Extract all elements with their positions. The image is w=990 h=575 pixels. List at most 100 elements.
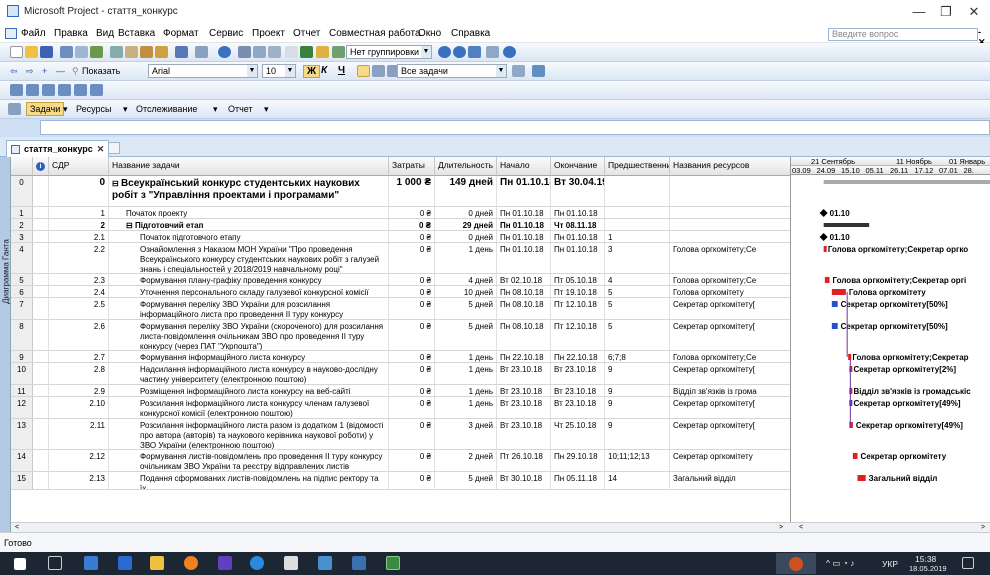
italic-button[interactable]: К	[321, 65, 327, 76]
row-id[interactable]: 12	[11, 397, 33, 418]
row-resources[interactable]: Секретар оргкомітету[	[670, 298, 790, 319]
notifications-icon[interactable]	[962, 557, 974, 569]
task-row[interactable]: 14 2.12 Формування листів-повідомлень про …	[11, 450, 790, 472]
row-cost[interactable]: 0 ₴	[389, 231, 435, 242]
edge-icon[interactable]	[250, 556, 264, 570]
row-pred[interactable]: 5	[605, 286, 670, 297]
app-photo-icon[interactable]	[352, 556, 366, 570]
hide-subtasks-icon[interactable]: —	[56, 66, 65, 76]
row-cost[interactable]: 0 ₴	[389, 286, 435, 297]
filter-select[interactable]: Все задачи ▼	[397, 64, 507, 78]
row-cost[interactable]: 0 ₴	[389, 385, 435, 396]
row-wbs[interactable]: 0	[49, 176, 109, 206]
show-subtasks-icon[interactable]: +	[42, 66, 47, 76]
open-icon[interactable]	[25, 46, 38, 58]
row-end[interactable]: Пн 22.10.18	[551, 351, 605, 362]
row-pred[interactable]: 14	[605, 472, 670, 489]
app-orange-icon[interactable]	[184, 556, 198, 570]
row-end[interactable]: Пт 12.10.18	[551, 298, 605, 319]
scroll-to-task-icon[interactable]	[468, 46, 481, 58]
row-resources[interactable]	[670, 207, 790, 218]
row-wbs[interactable]: 2.2	[49, 243, 109, 273]
row-pred[interactable]: 6;7;8	[605, 351, 670, 362]
desktop-icon[interactable]	[118, 556, 132, 570]
tracking-icon-4[interactable]	[58, 84, 71, 96]
row-name[interactable]: Формування листів-повідомлень про провед…	[109, 450, 389, 471]
row-end[interactable]: Вт 23.10.18	[551, 385, 605, 396]
row-pred[interactable]: 9	[605, 397, 670, 418]
row-wbs[interactable]: 2.3	[49, 274, 109, 285]
row-id[interactable]: 2	[11, 219, 33, 230]
task-row[interactable]: 4 2.2 Ознайомлення з Наказом МОН України "…	[11, 243, 790, 274]
task-bar[interactable]	[831, 323, 838, 329]
start-icon[interactable]	[14, 558, 26, 570]
task-bar[interactable]	[857, 475, 866, 481]
row-wbs[interactable]: 1	[49, 207, 109, 218]
row-id[interactable]: 8	[11, 320, 33, 350]
task-row[interactable]: 5 2.3 Формування плану-графіку проведення …	[11, 274, 790, 286]
tracking-guide-button[interactable]: Отслеживание	[136, 104, 197, 114]
task-row[interactable]: 10 2.8 Надсилання інформаційного листа кон…	[11, 363, 790, 385]
row-id[interactable]: 11	[11, 385, 33, 396]
row-cost[interactable]: 0 ₴	[389, 450, 435, 471]
task-view-icon[interactable]	[48, 556, 62, 570]
row-cost[interactable]: 0 ₴	[389, 472, 435, 489]
task-row[interactable]: 0 0 ⊟ Всеукраїнський конкурс студентських …	[11, 176, 790, 207]
doc-icon[interactable]	[5, 28, 17, 39]
font-size-select[interactable]: 10 ▼	[262, 64, 296, 78]
row-name[interactable]: Формування переліку ЗВО України (скороче…	[109, 320, 389, 350]
row-end[interactable]: Пн 01.10.18	[551, 207, 605, 218]
hdr-pred[interactable]: Предшественники	[605, 157, 670, 176]
row-end[interactable]: Пн 29.10.18	[551, 450, 605, 471]
row-start[interactable]: Вт 23.10.18	[497, 419, 551, 449]
row-duration[interactable]: 2 дней	[435, 450, 497, 471]
gantt-scroll-left-icon[interactable]: <	[799, 524, 803, 531]
align-center-icon[interactable]	[372, 65, 385, 77]
row-id[interactable]: 1	[11, 207, 33, 218]
row-end[interactable]: Пн 01.10.18	[551, 231, 605, 242]
autofilter-icon[interactable]	[512, 65, 525, 77]
row-wbs[interactable]: 2.9	[49, 385, 109, 396]
row-resources[interactable]: Голова оргкомітету	[670, 286, 790, 297]
row-name[interactable]: Формування переліку ЗВО України для розс…	[109, 298, 389, 319]
row-id[interactable]: 7	[11, 298, 33, 319]
row-duration[interactable]: 5 дней	[435, 298, 497, 319]
row-start[interactable]: Пн 01.10.18	[497, 231, 551, 242]
row-resources[interactable]: Загальний відділ	[670, 472, 790, 489]
row-duration[interactable]: 1 день	[435, 363, 497, 384]
hdr-start[interactable]: Начало	[497, 157, 551, 176]
task-bar[interactable]	[824, 277, 830, 283]
app-purple-icon[interactable]	[218, 556, 232, 570]
row-cost[interactable]: 0 ₴	[389, 419, 435, 449]
paste-icon[interactable]	[140, 46, 153, 58]
summary-bar[interactable]	[823, 223, 870, 227]
row-pred[interactable]: 3	[605, 243, 670, 273]
row-name[interactable]: ⊟ Підготовчий етап	[109, 219, 389, 230]
row-start[interactable]: Пн 01.10.18	[497, 243, 551, 273]
row-start[interactable]: Вт 23.10.18	[497, 397, 551, 418]
task-row[interactable]: 9 2.7 Формування інформаційного листа конк…	[11, 351, 790, 363]
row-pred[interactable]: 10;11;12;13	[605, 450, 670, 471]
row-name[interactable]: Початок підготовчого етапу	[109, 231, 389, 242]
task-row[interactable]: 11 2.9 Розміщення інформаційного листа кон…	[11, 385, 790, 397]
new-tab-icon[interactable]	[108, 142, 120, 154]
row-id[interactable]: 9	[11, 351, 33, 362]
help-icon[interactable]	[503, 46, 516, 58]
row-cost[interactable]: 0 ₴	[389, 219, 435, 230]
maximize-button[interactable]: ❐	[935, 3, 957, 21]
milestone-diamond[interactable]	[819, 233, 828, 241]
row-resources[interactable]: Секретар оргкомітету[	[670, 363, 790, 384]
row-name[interactable]: Уточнення персонального складу галузевої…	[109, 286, 389, 297]
minimize-button[interactable]: —	[908, 3, 930, 21]
row-start[interactable]: Пт 26.10.18	[497, 450, 551, 471]
hyperlink-icon[interactable]	[218, 46, 231, 58]
row-wbs[interactable]: 2.4	[49, 286, 109, 297]
row-cost[interactable]: 0 ₴	[389, 363, 435, 384]
row-pred[interactable]	[605, 207, 670, 218]
row-start[interactable]: Вт 23.10.18	[497, 363, 551, 384]
undo-icon[interactable]	[175, 46, 188, 58]
hdr-cost[interactable]: Затраты	[389, 157, 435, 176]
app-blue-icon[interactable]	[318, 556, 332, 570]
row-pred[interactable]	[605, 219, 670, 230]
row-wbs[interactable]: 2.1	[49, 231, 109, 242]
